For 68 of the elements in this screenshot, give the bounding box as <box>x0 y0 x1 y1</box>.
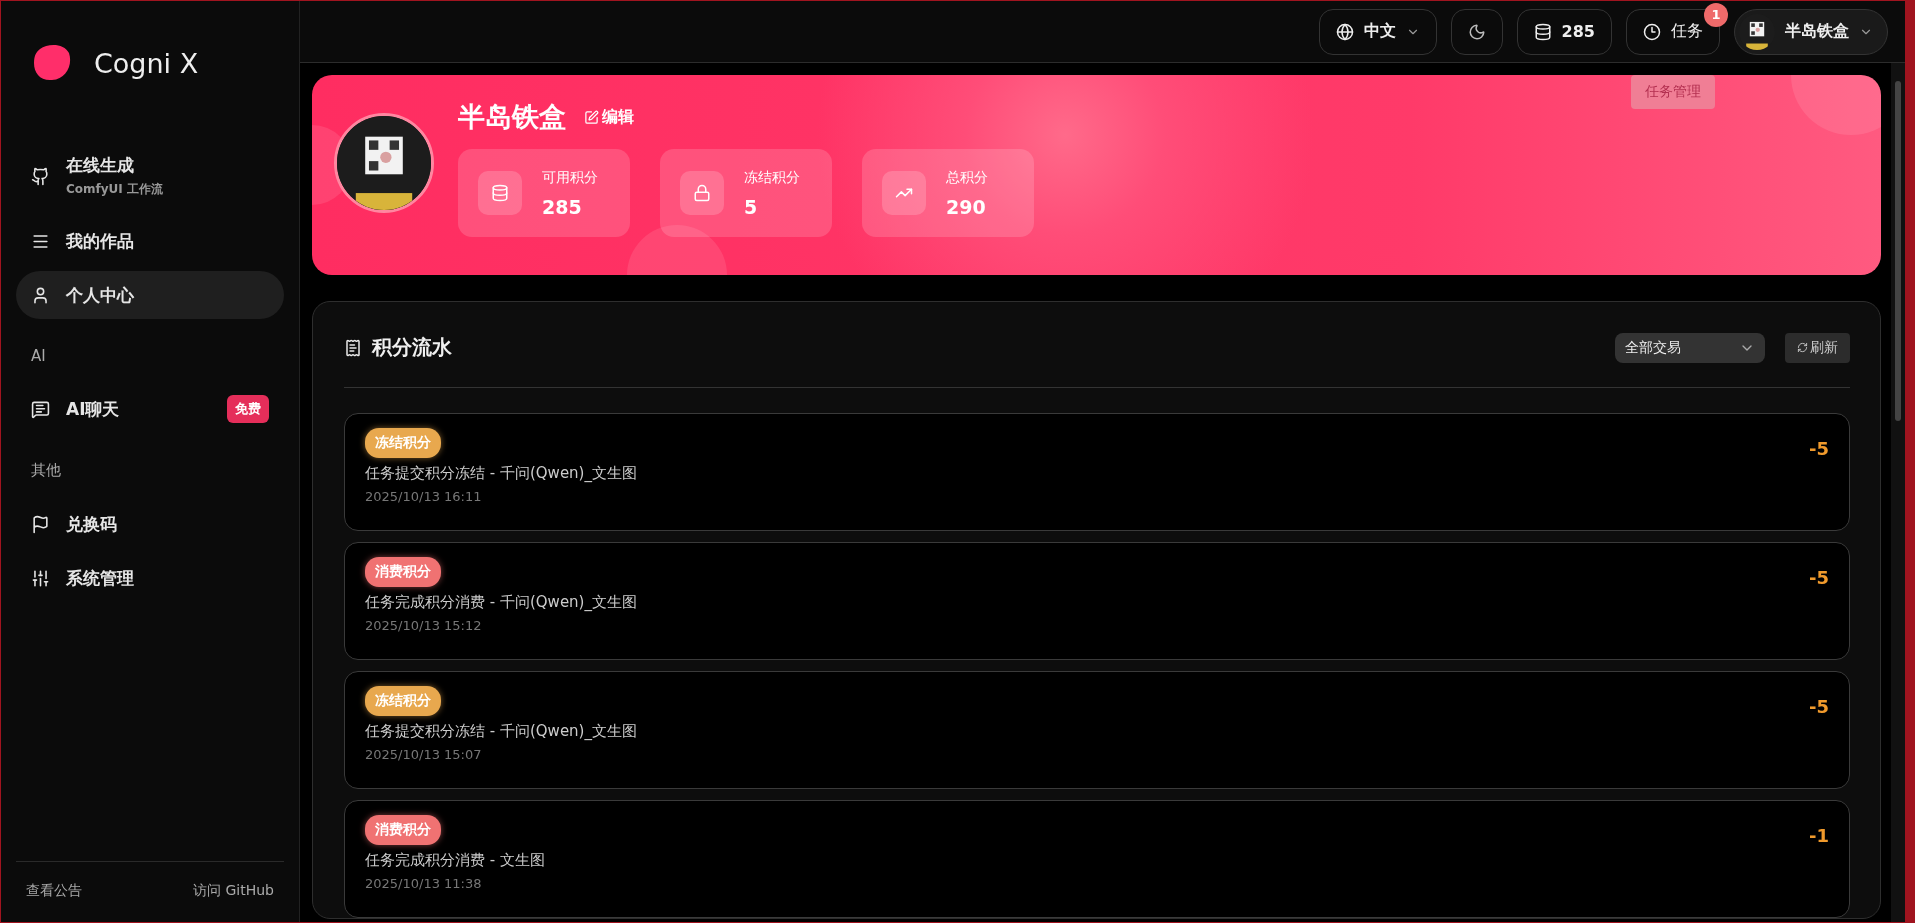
edit-icon <box>584 109 599 125</box>
sidebar-item-label: 个人中心 <box>66 283 135 307</box>
transaction-description: 任务提交积分冻结 - 千问(Qwen)_文生图 <box>365 464 637 483</box>
user-menu-button[interactable]: 半岛铁盒 <box>1734 8 1888 55</box>
type-tag: 冻结积分 <box>365 428 441 458</box>
sliders-icon <box>31 568 50 588</box>
transaction-description: 任务提交积分冻结 - 千问(Qwen)_文生图 <box>365 722 637 741</box>
sidebar-item-label: 系统管理 <box>66 566 135 590</box>
transaction-time: 2025/10/13 15:12 <box>365 618 482 633</box>
moon-icon <box>1467 22 1486 41</box>
sidebar-item[interactable]: 个人中心 <box>16 271 284 319</box>
stat-label: 总积分 <box>946 168 988 187</box>
transaction-time: 2025/10/13 11:38 <box>365 876 482 891</box>
transaction-amount: -1 <box>1809 825 1829 848</box>
tooltip: 任务管理 <box>1631 74 1715 109</box>
globe-icon <box>1335 22 1354 41</box>
stat-value: 285 <box>542 195 583 218</box>
section-title: 其他 <box>30 460 62 481</box>
sidebar-item[interactable]: AI聊天 免费 <box>16 385 284 433</box>
transaction-amount: -5 <box>1809 696 1829 719</box>
type-tag: 消费积分 <box>365 815 441 845</box>
type-tag: 冻结积分 <box>365 686 441 716</box>
sidebar-item-label: 在线生成 <box>66 154 135 177</box>
transaction-time: 2025/10/13 16:11 <box>365 489 482 504</box>
scrollbar[interactable] <box>1891 63 1905 922</box>
panel-title: 积分流水 <box>372 334 453 361</box>
app-name: Cogni X <box>94 47 199 79</box>
filter-select[interactable]: 全部交易 <box>1615 332 1765 363</box>
flag-icon <box>31 514 50 534</box>
clock-icon <box>1643 22 1661 41</box>
transaction-amount: -5 <box>1809 438 1829 461</box>
coins-icon <box>491 184 509 202</box>
footer-link[interactable]: 访问 GitHub <box>193 882 274 900</box>
theme-button[interactable] <box>1450 8 1503 55</box>
type-tag: 消费积分 <box>365 557 441 587</box>
credits-button[interactable]: 285 <box>1516 8 1612 55</box>
user-icon <box>31 285 50 305</box>
stat-label: 冻结积分 <box>744 168 800 187</box>
transaction-amount: -5 <box>1809 567 1829 590</box>
sidebar-item-label: AI聊天 <box>66 397 121 421</box>
edit-button[interactable]: 编辑 <box>584 106 634 128</box>
receipt-icon <box>344 338 362 357</box>
chat-icon <box>31 399 50 419</box>
transaction-time: 2025/10/13 15:07 <box>365 747 482 762</box>
lock-icon <box>693 184 711 202</box>
coins-icon <box>1533 22 1552 41</box>
sidebar-item[interactable]: 兑换码 <box>16 500 284 548</box>
free-badge: 免费 <box>227 395 269 423</box>
footer-link[interactable]: 查看公告 <box>26 882 82 900</box>
stat-value: 290 <box>946 195 987 218</box>
stat-value: 5 <box>744 195 759 218</box>
language-button[interactable]: 中文 <box>1318 8 1437 55</box>
sidebar-item[interactable]: 我的作品 <box>16 217 284 265</box>
transaction-description: 任务完成积分消费 - 文生图 <box>365 851 545 870</box>
notification-badge: 1 <box>1704 2 1728 27</box>
github-icon <box>31 166 50 186</box>
stat-label: 可用积分 <box>542 168 598 187</box>
sidebar-item-label: 兑换码 <box>66 512 118 536</box>
transaction-description: 任务完成积分消费 - 千问(Qwen)_文生图 <box>365 593 637 612</box>
refresh-button[interactable]: 刷新 <box>1785 332 1850 363</box>
sidebar-item[interactable]: 系统管理 <box>16 554 284 602</box>
user-name: 半岛铁盒 <box>458 100 566 134</box>
logo-icon <box>32 43 72 83</box>
sidebar-item[interactable]: 在线生成 ComfyUI 工作流 <box>16 141 284 211</box>
section-title: AI <box>30 346 47 367</box>
refresh-icon <box>1797 342 1808 353</box>
sidebar-item-label: 我的作品 <box>66 229 135 253</box>
sidebar-item-sublabel: ComfyUI 工作流 <box>66 181 164 198</box>
